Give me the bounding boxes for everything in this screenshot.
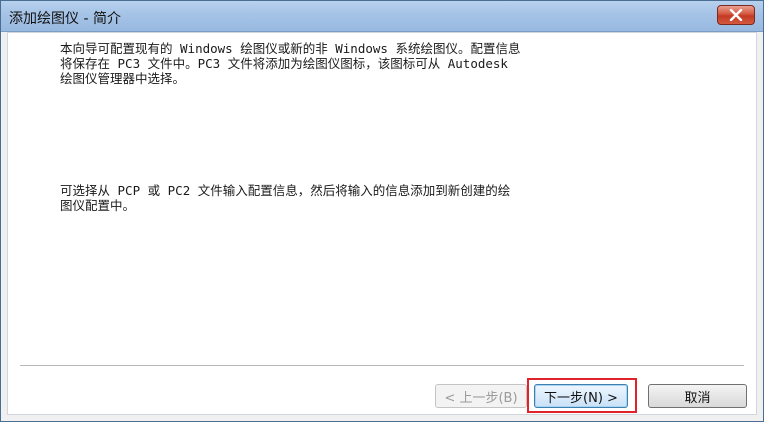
window-title: 添加绘图仪 - 简介 <box>9 11 121 27</box>
back-button[interactable]: < 上一步(B) <box>435 384 527 408</box>
title-bar[interactable]: 添加绘图仪 - 简介 <box>1 1 763 32</box>
cancel-button[interactable]: 取消 <box>648 384 747 408</box>
next-button-highlight <box>527 378 637 413</box>
import-paragraph: 可选择从 PCP 或 PC2 文件输入配置信息，然后将输入的信息添加到新创建的绘… <box>60 183 511 213</box>
dialog-window: 添加绘图仪 - 简介 本向导可配置现有的 Windows 绘图仪或新的非 Win… <box>0 0 764 422</box>
intro-paragraph: 本向导可配置现有的 Windows 绘图仪或新的非 Windows 系统绘图仪。… <box>60 41 521 86</box>
close-icon <box>729 9 743 21</box>
wizard-content: 本向导可配置现有的 Windows 绘图仪或新的非 Windows 系统绘图仪。… <box>7 32 757 415</box>
close-button[interactable] <box>717 5 755 25</box>
button-divider <box>20 365 744 367</box>
